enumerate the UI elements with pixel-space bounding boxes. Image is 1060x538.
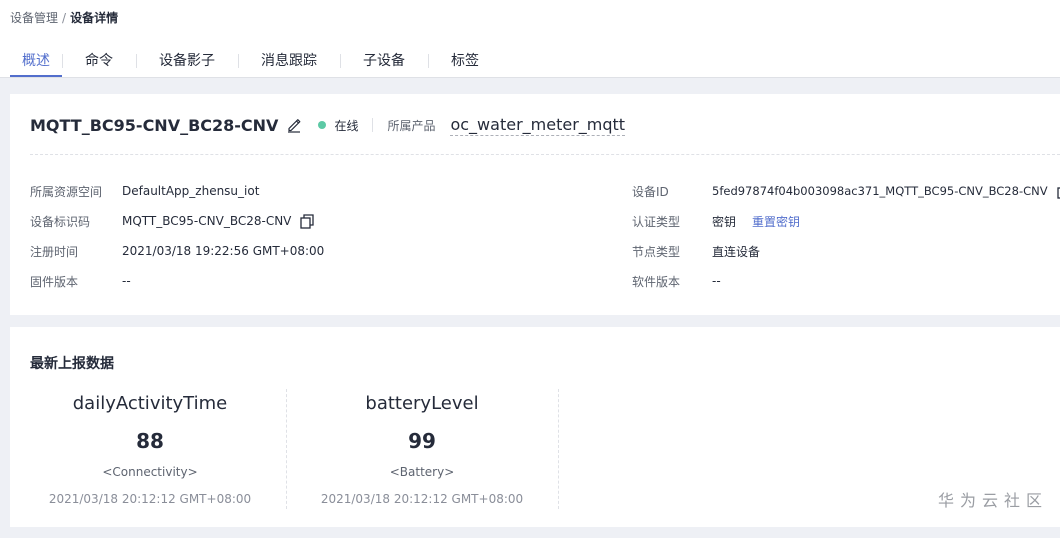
- info-software: 软件版本 --: [632, 273, 721, 289]
- header-separator: [372, 118, 374, 132]
- status-text: 在线: [334, 118, 359, 133]
- tab-overview[interactable]: 概述: [10, 44, 62, 78]
- metric-time: 2021/03/18 20:12:12 GMT+08:00: [48, 492, 252, 506]
- tab-message-trace[interactable]: 消息跟踪: [238, 44, 340, 78]
- tab-tags[interactable]: 标签: [428, 44, 502, 78]
- info-value: 2021/03/18 19:22:56 GMT+08:00: [122, 244, 325, 258]
- info-node-type: 节点类型 直连设备: [632, 243, 760, 259]
- tab-device-shadow[interactable]: 设备影子: [136, 44, 238, 78]
- info-value-row: 密钥 重置密钥: [712, 213, 800, 230]
- breadcrumb-separator: /: [62, 11, 67, 25]
- info-resource-space: 所属资源空间 DefaultApp_zhensu_iot: [30, 183, 259, 199]
- metric-time: 2021/03/18 20:12:12 GMT+08:00: [320, 492, 524, 506]
- metric-name: batteryLevel: [365, 393, 479, 414]
- info-label: 认证类型: [632, 214, 681, 229]
- breadcrumb-current: 设备详情: [70, 11, 119, 25]
- info-label: 设备ID: [632, 184, 669, 199]
- edit-icon[interactable]: [286, 117, 302, 133]
- metric-service: <Connectivity>: [102, 465, 198, 479]
- metric-service: <Battery>: [389, 465, 455, 479]
- latest-data-card: 最新上报数据 dailyActivityTime 88 <Connectivit…: [10, 327, 1060, 527]
- info-label: 注册时间: [30, 244, 79, 259]
- info-device-id: 设备ID 5fed97874f04b003098ac371_MQTT_BC95-…: [632, 183, 1060, 199]
- info-value: DefaultApp_zhensu_iot: [122, 184, 260, 198]
- header-area: 设备管理 / 设备详情 概述 命令 设备影子 消息跟踪 子设备 标签: [0, 0, 1060, 78]
- info-value: --: [712, 274, 721, 288]
- metric-card: batteryLevel 99 <Battery> 2021/03/18 20:…: [286, 389, 558, 513]
- info-label: 设备标识码: [30, 214, 91, 229]
- info-node-id: 设备标识码 MQTT_BC95-CNV_BC28-CNV: [30, 213, 315, 229]
- info-value: 直连设备: [712, 244, 761, 259]
- metric-value: 88: [136, 429, 164, 453]
- status-badge: 在线: [318, 117, 358, 134]
- info-value: 5fed97874f04b003098ac371_MQTT_BC95-CNV_B…: [712, 184, 1048, 198]
- metric-divider: [558, 389, 559, 509]
- info-label: 软件版本: [632, 274, 681, 289]
- metric-name: dailyActivityTime: [72, 393, 228, 414]
- reset-secret-link[interactable]: 重置密钥: [752, 213, 800, 230]
- breadcrumb: 设备管理 / 设备详情: [10, 9, 118, 26]
- info-label: 所属资源空间: [30, 184, 103, 199]
- online-dot: [318, 121, 327, 129]
- info-register-time: 注册时间 2021/03/18 19:22:56 GMT+08:00: [30, 243, 324, 259]
- copy-icon[interactable]: [1056, 183, 1060, 199]
- device-info-card: MQTT_BC95-CNV_BC28-CNV 在线 所属产品 oc_water_…: [10, 94, 1060, 315]
- info-auth-type: 认证类型 密钥 重置密钥: [632, 213, 800, 229]
- watermark: 华为云社区: [937, 491, 1048, 510]
- info-value: --: [122, 274, 131, 288]
- device-header: MQTT_BC95-CNV_BC28-CNV 在线 所属产品 oc_water_…: [30, 114, 626, 136]
- info-label: 固件版本: [30, 274, 79, 289]
- section-title: 最新上报数据: [30, 356, 114, 372]
- info-value-row: MQTT_BC95-CNV_BC28-CNV: [122, 213, 315, 229]
- tab-child-devices[interactable]: 子设备: [340, 44, 428, 78]
- device-name: MQTT_BC95-CNV_BC28-CNV: [30, 115, 279, 135]
- product-label: 所属产品: [387, 118, 436, 133]
- info-value: MQTT_BC95-CNV_BC28-CNV: [122, 214, 292, 228]
- tab-divider: [0, 77, 1060, 78]
- info-firmware: 固件版本 --: [30, 273, 131, 289]
- metric-card: dailyActivityTime 88 <Connectivity> 2021…: [14, 389, 286, 513]
- info-value-row: 5fed97874f04b003098ac371_MQTT_BC95-CNV_B…: [712, 183, 1060, 199]
- info-label: 节点类型: [632, 244, 681, 259]
- info-value: 密钥: [712, 214, 737, 229]
- copy-icon[interactable]: [299, 213, 315, 229]
- product-link[interactable]: oc_water_meter_mqtt: [450, 115, 626, 136]
- header-divider: [30, 154, 1060, 155]
- breadcrumb-parent[interactable]: 设备管理: [10, 11, 58, 25]
- tab-bar: 概述 命令 设备影子 消息跟踪 子设备 标签: [10, 44, 502, 78]
- metric-value: 99: [408, 429, 436, 453]
- tab-commands[interactable]: 命令: [62, 44, 136, 78]
